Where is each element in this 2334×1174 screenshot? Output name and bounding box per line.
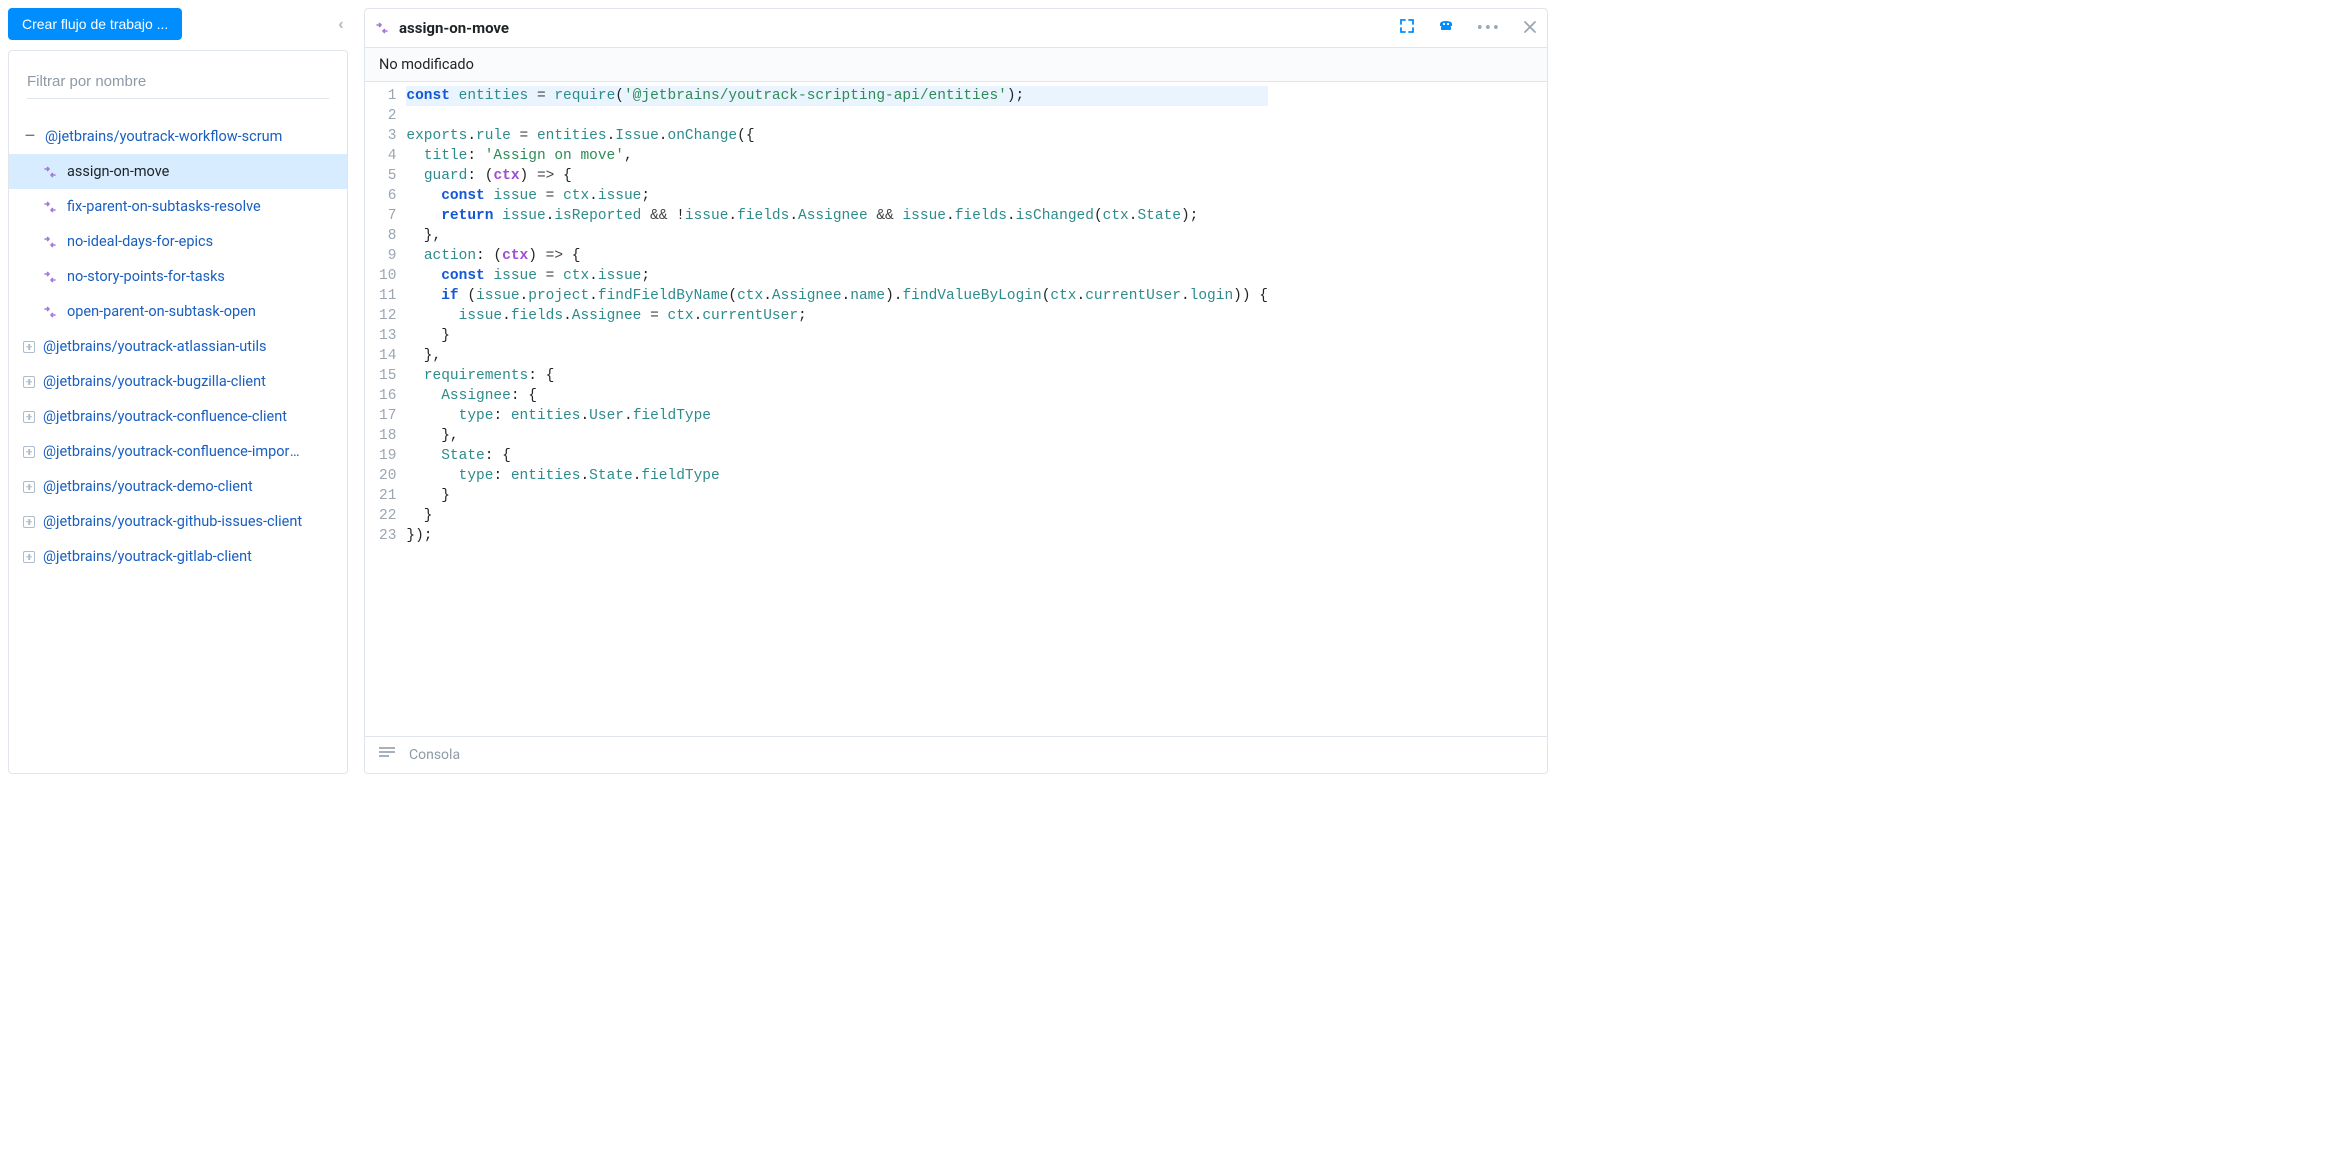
expand-icon bbox=[23, 516, 35, 528]
workflow-icon bbox=[43, 305, 57, 319]
tree-group[interactable]: @jetbrains/youtrack-demo-client bbox=[9, 469, 347, 504]
tree-group-label: @jetbrains/youtrack-workflow-scrum bbox=[45, 128, 282, 145]
tree-group-label: @jetbrains/youtrack-gitlab-client bbox=[43, 548, 252, 565]
tree-group-label: @jetbrains/youtrack-demo-client bbox=[43, 478, 253, 495]
tree-group-label: @jetbrains/youtrack-bugzilla-client bbox=[43, 373, 266, 390]
tree-group-label: @jetbrains/youtrack-confluence-client bbox=[43, 408, 287, 425]
tree-group[interactable]: @jetbrains/youtrack-atlassian-utils bbox=[9, 329, 347, 364]
tree-group[interactable]: @jetbrains/youtrack-confluence-import-a.… bbox=[9, 434, 347, 469]
editor-title: assign-on-move bbox=[399, 19, 509, 37]
tree-group-scrum[interactable]: – @jetbrains/youtrack-workflow-scrum bbox=[9, 119, 347, 154]
editor-status: No modificado bbox=[365, 48, 1547, 82]
expand-icon bbox=[23, 481, 35, 493]
tree-item-open-parent-on-subtask-open[interactable]: open-parent-on-subtask-open bbox=[9, 294, 347, 329]
workflow-icon bbox=[43, 165, 57, 179]
workflow-icon bbox=[43, 270, 57, 284]
expand-icon bbox=[23, 376, 35, 388]
expand-icon[interactable] bbox=[1399, 18, 1415, 38]
tree-item-label: fix-parent-on-subtasks-resolve bbox=[67, 198, 261, 215]
tree-item-assign-on-move[interactable]: assign-on-move bbox=[9, 154, 347, 189]
console-icon bbox=[379, 747, 395, 763]
console-label: Consola bbox=[409, 747, 460, 763]
tree-item-label: no-ideal-days-for-epics bbox=[67, 233, 213, 250]
collapse-sidebar-icon[interactable]: ‹‹ bbox=[338, 14, 340, 33]
tree-group[interactable]: @jetbrains/youtrack-github-issues-client bbox=[9, 504, 347, 539]
tree-group[interactable]: @jetbrains/youtrack-gitlab-client bbox=[9, 539, 347, 574]
expand-icon bbox=[23, 446, 35, 458]
tree-item-label: open-parent-on-subtask-open bbox=[67, 303, 256, 320]
close-icon[interactable] bbox=[1523, 18, 1537, 39]
tree-item-label: no-story-points-for-tasks bbox=[67, 268, 225, 285]
tree-group[interactable]: @jetbrains/youtrack-bugzilla-client bbox=[9, 364, 347, 399]
workflow-tree: – @jetbrains/youtrack-workflow-scrum ass… bbox=[8, 50, 348, 774]
workflow-icon bbox=[375, 21, 389, 35]
tree-group-label: @jetbrains/youtrack-github-issues-client bbox=[43, 513, 302, 530]
tree-item-fix-parent-on-subtasks-resolve[interactable]: fix-parent-on-subtasks-resolve bbox=[9, 189, 347, 224]
filter-input[interactable] bbox=[27, 69, 329, 99]
more-icon[interactable]: ••• bbox=[1477, 18, 1501, 39]
expand-icon bbox=[23, 411, 35, 423]
editor-header: assign-on-move ••• bbox=[365, 9, 1547, 48]
tree-item-no-story-points-for-tasks[interactable]: no-story-points-for-tasks bbox=[9, 259, 347, 294]
expand-icon bbox=[23, 551, 35, 563]
workflow-icon bbox=[43, 200, 57, 214]
create-workflow-button[interactable]: Crear flujo de trabajo ... bbox=[8, 8, 182, 40]
agent-icon[interactable] bbox=[1437, 17, 1455, 39]
collapse-icon: – bbox=[23, 132, 37, 142]
tree-group-label: @jetbrains/youtrack-atlassian-utils bbox=[43, 338, 267, 355]
tree-group[interactable]: @jetbrains/youtrack-confluence-client bbox=[9, 399, 347, 434]
expand-icon bbox=[23, 341, 35, 353]
tree-group-label: @jetbrains/youtrack-confluence-import-a.… bbox=[43, 443, 303, 460]
tree-item-no-ideal-days-for-epics[interactable]: no-ideal-days-for-epics bbox=[9, 224, 347, 259]
console-toggle[interactable]: Consola bbox=[365, 736, 1547, 773]
workflow-icon bbox=[43, 235, 57, 249]
tree-item-label: assign-on-move bbox=[67, 163, 169, 180]
code-editor[interactable]: 1234567891011121314151617181920212223 co… bbox=[365, 82, 1547, 736]
